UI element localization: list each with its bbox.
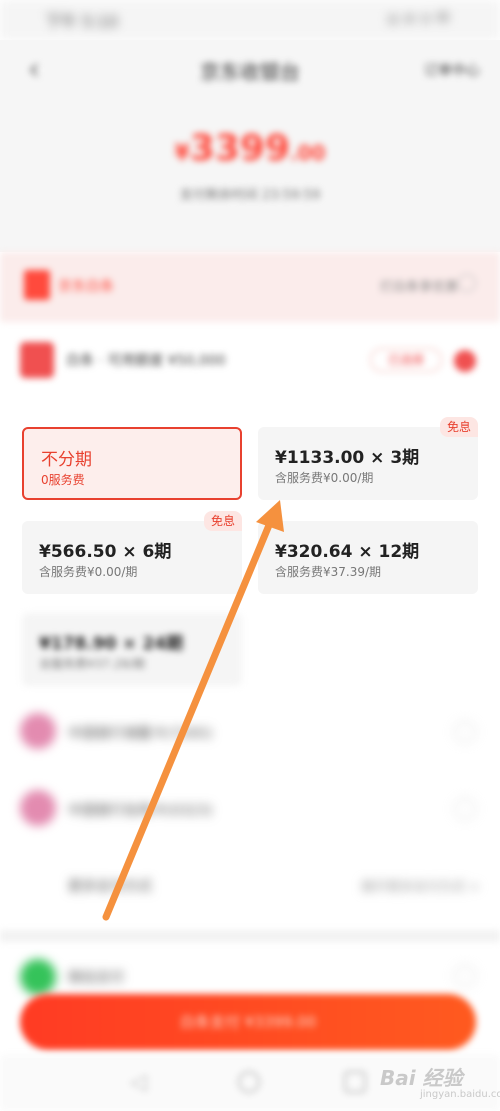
wechat-label: 微信支付: [68, 970, 124, 986]
status-icons: ◎ ⊘ ⊙ 中: [386, 11, 450, 27]
paylater-promo: 打白条享优惠: [379, 280, 458, 295]
baidu-watermark-url: jingyan.baidu.com: [420, 1089, 500, 1100]
more-payment-expand[interactable]: 展开更多支付方式 >: [361, 876, 480, 895]
wechat-radio[interactable]: [454, 965, 476, 987]
baitiao-row[interactable]: 白条 · 可用额度 ¥50,000 已选择: [0, 322, 500, 407]
nav-recent-icon[interactable]: [344, 1071, 366, 1093]
baitiao-tag: 已选择: [370, 348, 442, 372]
bank-icon: [20, 790, 56, 826]
bank-icon: [20, 713, 56, 749]
status-bar: 下午 5:10 ◎ ⊘ ⊙ 中: [0, 0, 500, 40]
order-center-link[interactable]: 订单中心: [424, 60, 480, 80]
baitiao-label: 白条 · 可用额度 ¥50,000: [66, 353, 226, 369]
interest-free-badge: 免息: [439, 417, 478, 437]
status-time: 下午 5:10: [45, 12, 119, 31]
wechat-icon: [20, 959, 56, 995]
installment-sub: 0服务费: [41, 473, 85, 487]
installment-main: ¥178.90 × 24期: [39, 634, 184, 654]
bank-label: 中国银行储蓄卡(7265): [68, 726, 213, 742]
installment-option-24[interactable]: ¥178.90 × 24期 含服务费¥37.28/期: [22, 613, 242, 686]
installment-main: ¥1133.00 × 3期: [275, 448, 420, 468]
installment-main: ¥320.64 × 12期: [275, 542, 420, 562]
baitiao-radio[interactable]: [454, 350, 476, 372]
pay-button-label: 白条支付 ¥3399.00: [179, 1013, 317, 1031]
bank-radio[interactable]: [454, 721, 476, 743]
installment-main: ¥566.50 × 6期: [39, 542, 172, 562]
amount-currency: ¥: [174, 141, 190, 166]
installment-sub: 含服务费¥0.00/期: [39, 565, 138, 579]
bank-label: 中国银行信用卡(0323): [68, 803, 213, 819]
countdown-text: 支付剩余时间 23:59:59: [179, 188, 321, 203]
baidu-watermark: Bai 经验: [380, 1066, 463, 1090]
payment-amount: ¥3399.00: [0, 128, 500, 169]
paylater-radio[interactable]: [458, 274, 476, 292]
bank-row-debit[interactable]: 中国银行储蓄卡(7265): [0, 696, 500, 770]
installment-option-6[interactable]: 免息 ¥566.50 × 6期 含服务费¥0.00/期: [22, 511, 242, 594]
paylater-label: 京东白条: [58, 279, 114, 295]
installment-sub: 含服务费¥37.39/期: [275, 565, 382, 579]
amount-decimal: .00: [290, 141, 326, 165]
installment-option-12[interactable]: ¥320.64 × 12期 含服务费¥37.39/期: [258, 521, 478, 594]
paylater-row[interactable]: 京东白条 打白条享优惠: [0, 252, 500, 322]
installment-option-3[interactable]: 免息 ¥1133.00 × 3期 含服务费¥0.00/期: [258, 417, 478, 500]
installment-option-none[interactable]: 不分期 0服务费: [22, 427, 242, 500]
nav-home-icon[interactable]: [238, 1071, 260, 1093]
nav-back-icon[interactable]: ◁: [130, 1070, 147, 1095]
more-payment-row[interactable]: 更多支付方式 展开更多支付方式 >: [0, 850, 500, 924]
installment-sub: 含服务费¥0.00/期: [275, 471, 374, 485]
bank-row-credit[interactable]: 中国银行信用卡(0323): [0, 773, 500, 847]
installment-sub: 含服务费¥37.28/期: [39, 657, 146, 671]
baitiao-icon: [20, 342, 54, 378]
more-payment-label: 更多支付方式: [68, 879, 152, 895]
bank-radio[interactable]: [454, 798, 476, 820]
amount-integer: 3399: [189, 128, 291, 169]
interest-free-badge: 免息: [203, 511, 242, 531]
paylater-icon: [24, 270, 50, 300]
pay-button[interactable]: 白条支付 ¥3399.00: [20, 994, 476, 1050]
cashier-header: ‹ 京东收银台 订单中心 ¥3399.00 支付剩余时间 23:59:59: [0, 40, 500, 252]
installment-main: 不分期: [41, 450, 92, 470]
section-divider: [0, 930, 500, 942]
